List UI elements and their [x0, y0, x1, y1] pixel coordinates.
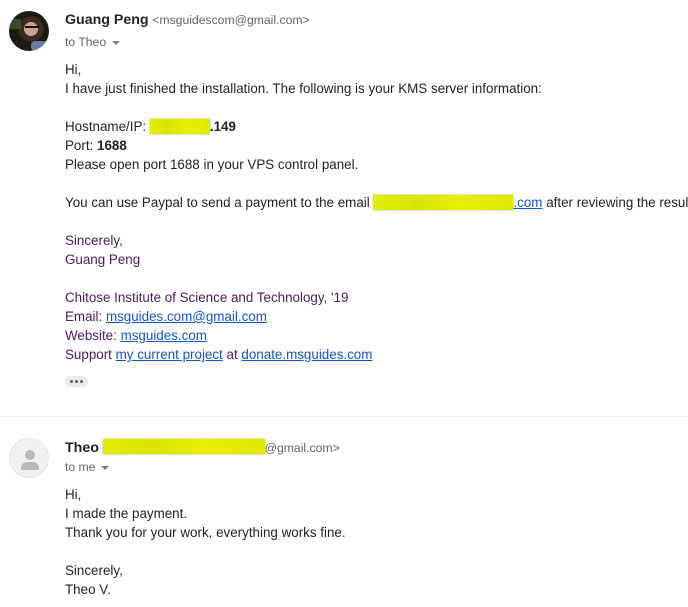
signature-support-at: at — [222, 347, 242, 362]
paypal-prefix: You can use Paypal to send a payment to … — [65, 195, 374, 210]
sender-email-suffix: @gmail.com> — [264, 441, 340, 455]
signature-website-link[interactable]: msguides.com — [121, 328, 207, 343]
recipients-label: to me — [65, 460, 96, 474]
sender-avatar[interactable] — [9, 438, 49, 478]
signature-institution: Chitose Institute of Science and Technol… — [65, 290, 349, 305]
donate-link[interactable]: donate.msguides.com — [241, 347, 372, 362]
avatar-background — [9, 19, 21, 29]
message-header: Theo @gmail.com> — [65, 439, 340, 456]
intro-text: I have just finished the installation. T… — [65, 81, 542, 96]
hostname-label: Hostname/IP: — [65, 119, 150, 134]
message-divider — [0, 416, 688, 417]
ellipsis-icon — [80, 380, 83, 383]
thanks-line: Thank you for your work, everything work… — [65, 525, 346, 540]
avatar-shirt — [31, 41, 49, 51]
recipients-label: to Theo — [65, 35, 107, 49]
greeting: Hi, — [65, 487, 82, 502]
closing: Sincerely, — [65, 233, 123, 248]
signature-email-line: Email: msguides.com@gmail.com — [65, 307, 688, 326]
sender-name[interactable]: Theo — [65, 440, 99, 456]
port-value: 1688 — [97, 138, 127, 153]
message-body: Hi, I have just finished the installatio… — [65, 60, 688, 364]
signature-email-link[interactable]: msguides.com@gmail.com — [106, 309, 267, 324]
message-body: Hi, I made the payment. Thank you for yo… — [65, 485, 346, 599]
signature-website-line: Website: msguides.com — [65, 326, 688, 345]
sender-avatar[interactable] — [9, 11, 49, 51]
person-icon — [25, 450, 35, 460]
support-project-link[interactable]: my current project — [116, 347, 223, 362]
paypal-suffix: after reviewing the result. — [542, 195, 688, 210]
redacted-sender-email — [102, 439, 265, 454]
port-line: Port: 1688 — [65, 136, 688, 155]
signature-email-label: Email: — [65, 309, 106, 324]
hostname-suffix: .149 — [209, 119, 236, 134]
paypal-line: You can use Paypal to send a payment to … — [65, 193, 688, 212]
avatar-glasses — [25, 26, 39, 31]
redacted-email — [373, 195, 514, 210]
person-icon-body — [21, 462, 39, 470]
recipients-details[interactable]: to me — [65, 460, 110, 474]
signature-support-line: Support my current project at donate.msg… — [65, 345, 688, 364]
closing: Sincerely, — [65, 563, 123, 578]
hostname-line: Hostname/IP: .149 — [65, 117, 688, 136]
recipients-details[interactable]: to Theo — [65, 35, 121, 49]
signature-website-label: Website: — [65, 328, 121, 343]
signoff: Theo V. — [65, 582, 111, 597]
port-note: Please open port 1688 in your VPS contro… — [65, 157, 359, 172]
signoff: Guang Peng — [65, 252, 141, 267]
ellipsis-icon — [70, 380, 73, 383]
sender-email: <msguidescom@gmail.com> — [152, 13, 310, 27]
paypal-email-link[interactable]: .com — [513, 195, 542, 210]
greeting: Hi, — [65, 62, 82, 77]
redacted-ip — [149, 119, 210, 134]
port-label: Port: — [65, 138, 97, 153]
ellipsis-icon — [75, 380, 78, 383]
show-trimmed-content-button[interactable] — [65, 376, 88, 387]
sender-name[interactable]: Guang Peng — [65, 12, 149, 28]
chevron-down-icon[interactable] — [112, 40, 121, 45]
signature-support-label: Support — [65, 347, 116, 362]
message-header: Guang Peng <msguidescom@gmail.com> — [65, 12, 310, 28]
chevron-down-icon[interactable] — [101, 465, 110, 470]
payment-line: I made the payment. — [65, 506, 188, 521]
